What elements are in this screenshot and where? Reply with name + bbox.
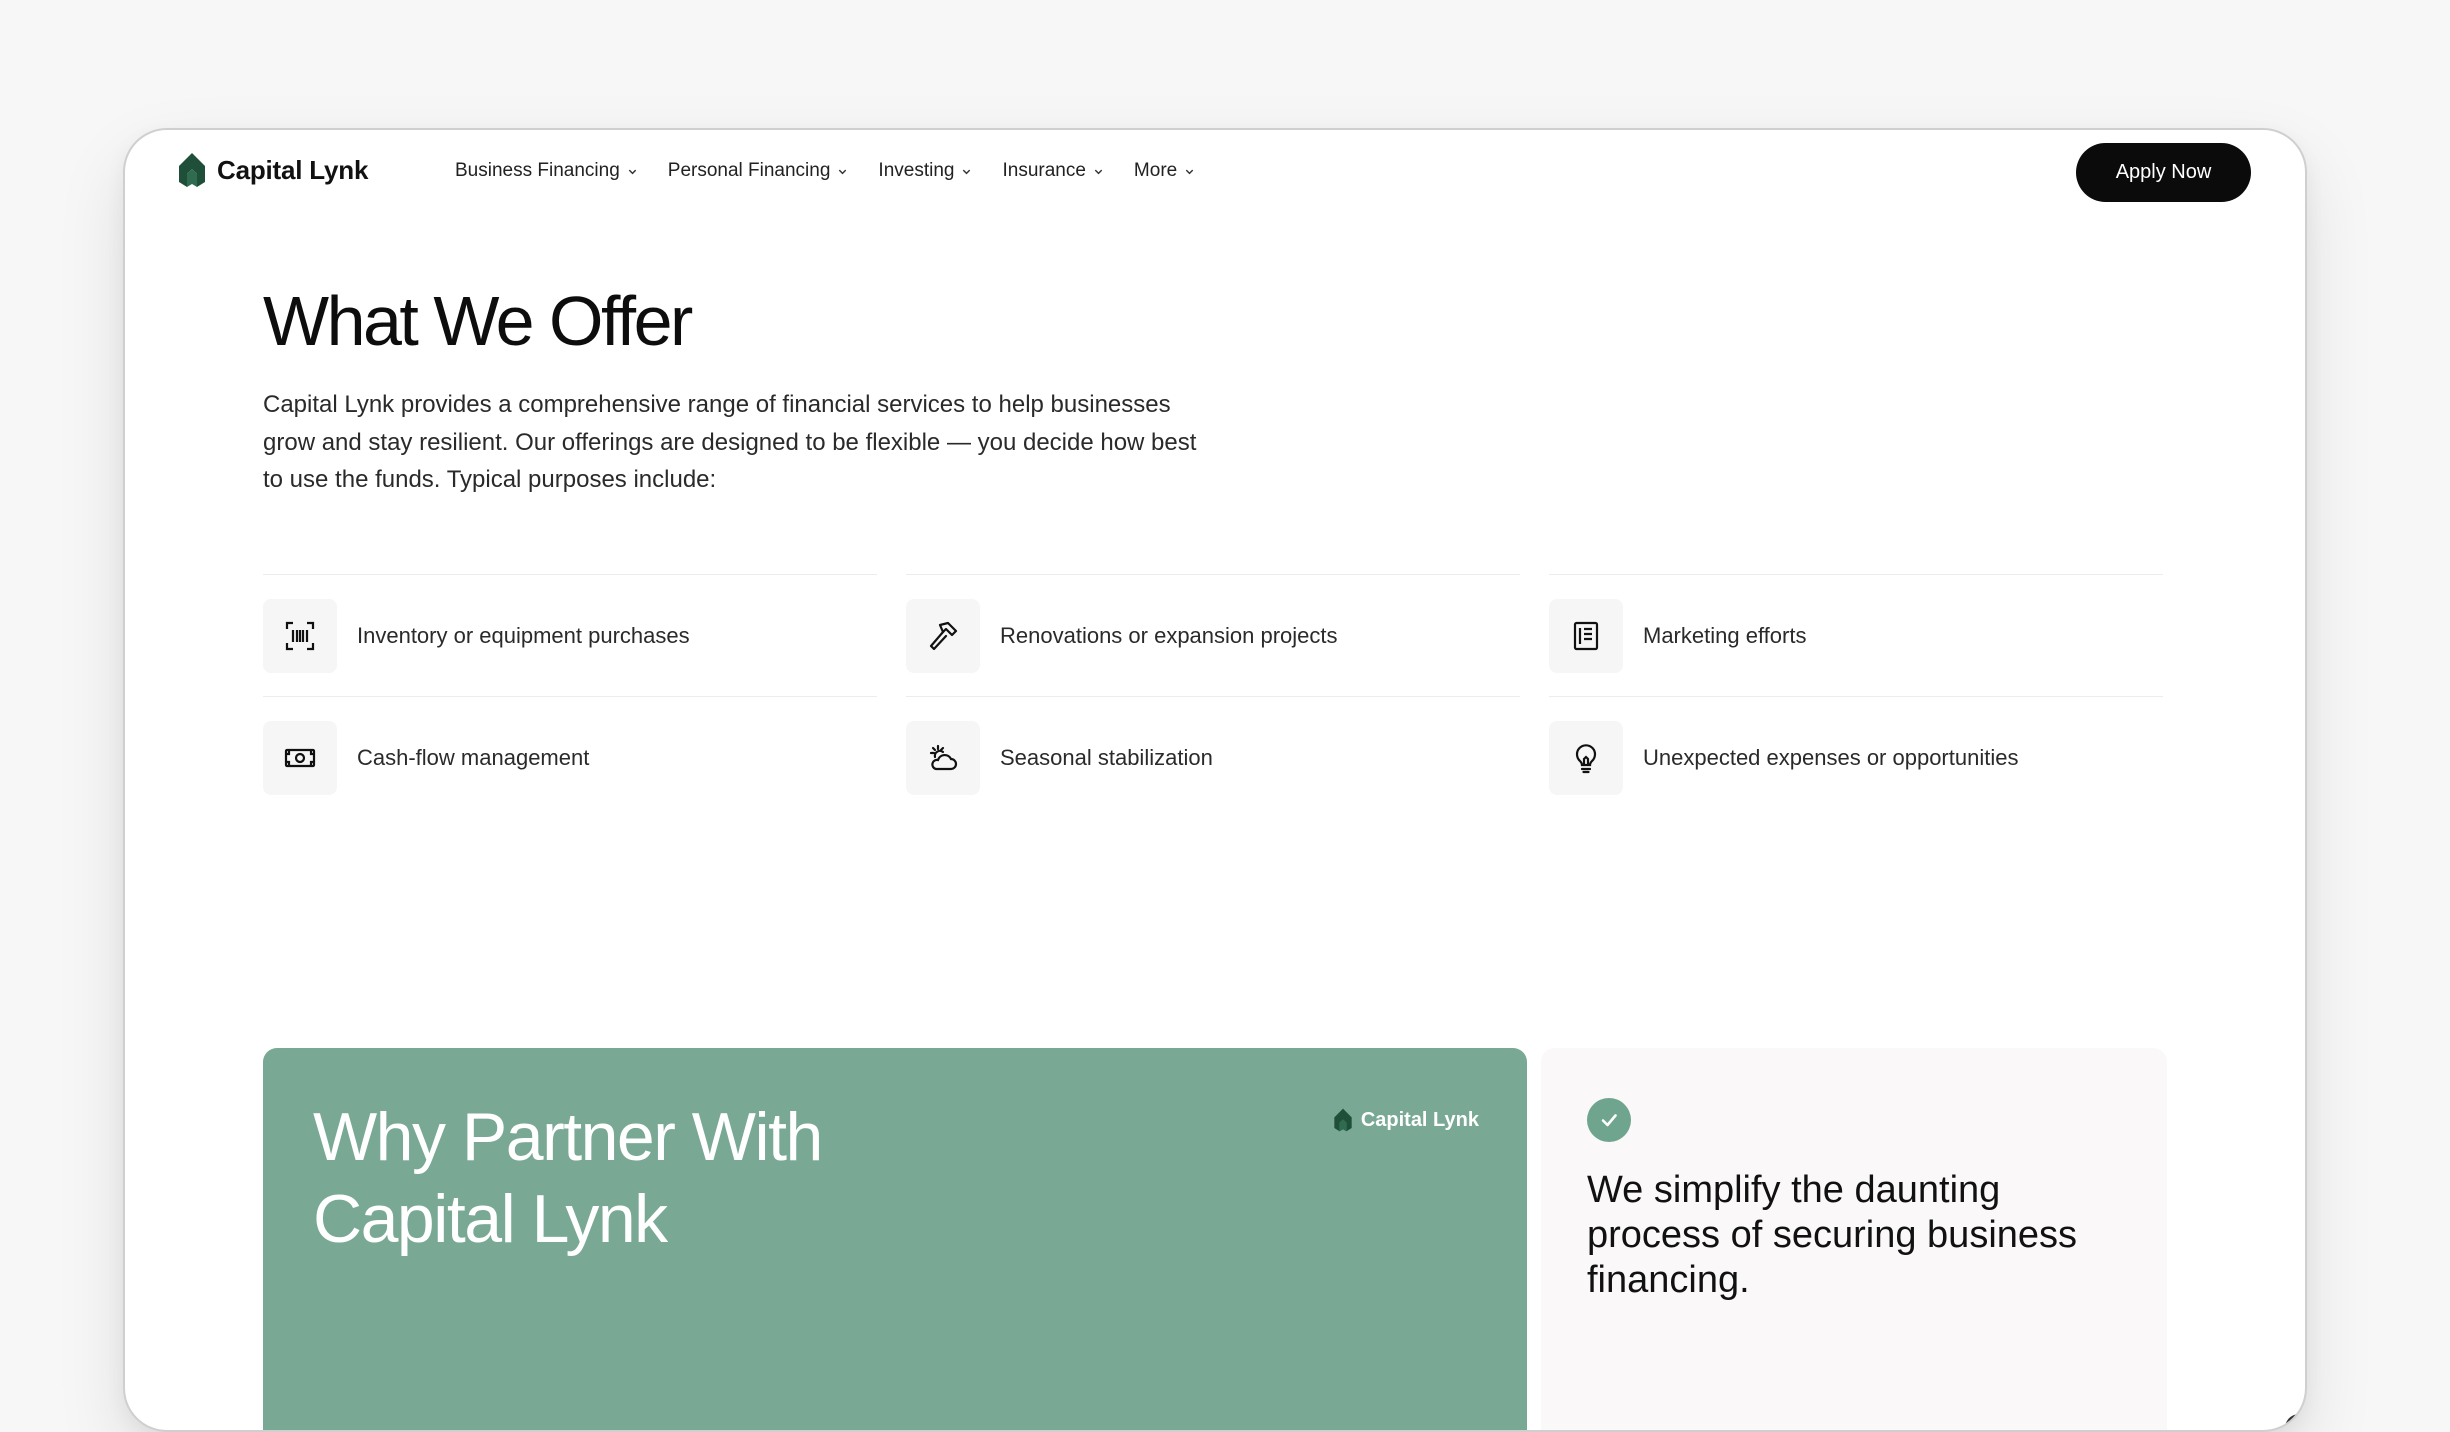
- offer-description: Capital Lynk provides a comprehensive ra…: [263, 391, 1197, 493]
- offer-title: What We Offer: [263, 282, 693, 360]
- nav-menu: Business Financing Personal Financing In…: [455, 160, 1195, 182]
- lightbulb-icon: [1575, 743, 1597, 773]
- nav-item-label: Personal Financing: [667, 160, 831, 181]
- partner-logo: Capital Lynk: [1333, 1108, 1479, 1132]
- nav-item-more[interactable]: More: [1134, 160, 1195, 182]
- offer-item-label: Marketing efforts: [1643, 622, 1807, 648]
- nav-item-insurance[interactable]: Insurance: [1002, 160, 1103, 182]
- offer-list: Inventory or equipment purchases Renovat…: [263, 574, 2167, 818]
- chevron-down-icon: [1184, 166, 1195, 177]
- partner-title-line: Why Partner With: [313, 1099, 823, 1175]
- nav-item-label: Business Financing: [455, 160, 620, 181]
- nav-item-investing[interactable]: Investing: [878, 160, 972, 182]
- newspaper-icon: [1573, 621, 1599, 650]
- browser-window: Capital Lynk Business Financing Personal…: [123, 128, 2307, 1432]
- check-circle-icon: [1587, 1098, 1631, 1142]
- offer-item-label: Inventory or equipment purchases: [357, 622, 690, 648]
- nav-item-label: More: [1133, 160, 1178, 181]
- leaf-logo-icon: [179, 153, 205, 187]
- nav-item-business-financing[interactable]: Business Financing: [455, 160, 638, 182]
- benefit-card: We simplify the daunting process of secu…: [1541, 1048, 2167, 1430]
- offer-item-label: Unexpected expenses or opportunities: [1643, 744, 2019, 770]
- top-navigation: Capital Lynk Business Financing Personal…: [125, 130, 2305, 220]
- offer-item-renovations: Renovations or expansion projects: [906, 574, 1520, 696]
- banknote-icon: [284, 748, 316, 767]
- offer-item-label: Cash-flow management: [357, 744, 590, 770]
- apply-now-button[interactable]: Apply Now: [2076, 143, 2251, 202]
- chevron-down-icon: [627, 166, 638, 177]
- scroll-indicator[interactable]: [2285, 1414, 2305, 1430]
- offer-item-seasonal: Seasonal stabilization: [906, 696, 1520, 818]
- sun-cloud-icon: [929, 744, 958, 770]
- nav-item-label: Investing: [878, 160, 955, 181]
- chevron-down-icon: [837, 166, 848, 177]
- offer-item-label: Renovations or expansion projects: [1000, 622, 1338, 648]
- offer-item-marketing: Marketing efforts: [1549, 574, 2163, 696]
- chevron-down-icon: [961, 166, 972, 177]
- barcode-scan-icon: [285, 621, 315, 650]
- offer-item-unexpected: Unexpected expenses or opportunities: [1549, 696, 2163, 818]
- brand-name: Capital Lynk: [217, 154, 369, 185]
- partner-title: Why Partner With Capital Lynk: [313, 1096, 823, 1260]
- chevron-down-icon: [1093, 166, 1104, 177]
- offer-item-label: Seasonal stabilization: [1000, 744, 1213, 770]
- partner-logo-text: Capital Lynk: [1360, 1108, 1479, 1131]
- partner-title-line: Capital Lynk: [313, 1181, 668, 1257]
- nav-item-label: Insurance: [1002, 160, 1086, 181]
- hammer-icon: [929, 621, 958, 650]
- leaf-logo-icon: [1334, 1108, 1352, 1132]
- offer-item-inventory: Inventory or equipment purchases: [263, 574, 877, 696]
- offer-item-cashflow: Cash-flow management: [263, 696, 877, 818]
- brand-logo[interactable]: Capital Lynk: [177, 152, 368, 188]
- partner-card: Why Partner With Capital Lynk Capital Ly…: [263, 1048, 1527, 1430]
- benefit-text: We simplify the daunting process of secu…: [1587, 1169, 2078, 1301]
- nav-item-personal-financing[interactable]: Personal Financing: [668, 160, 849, 182]
